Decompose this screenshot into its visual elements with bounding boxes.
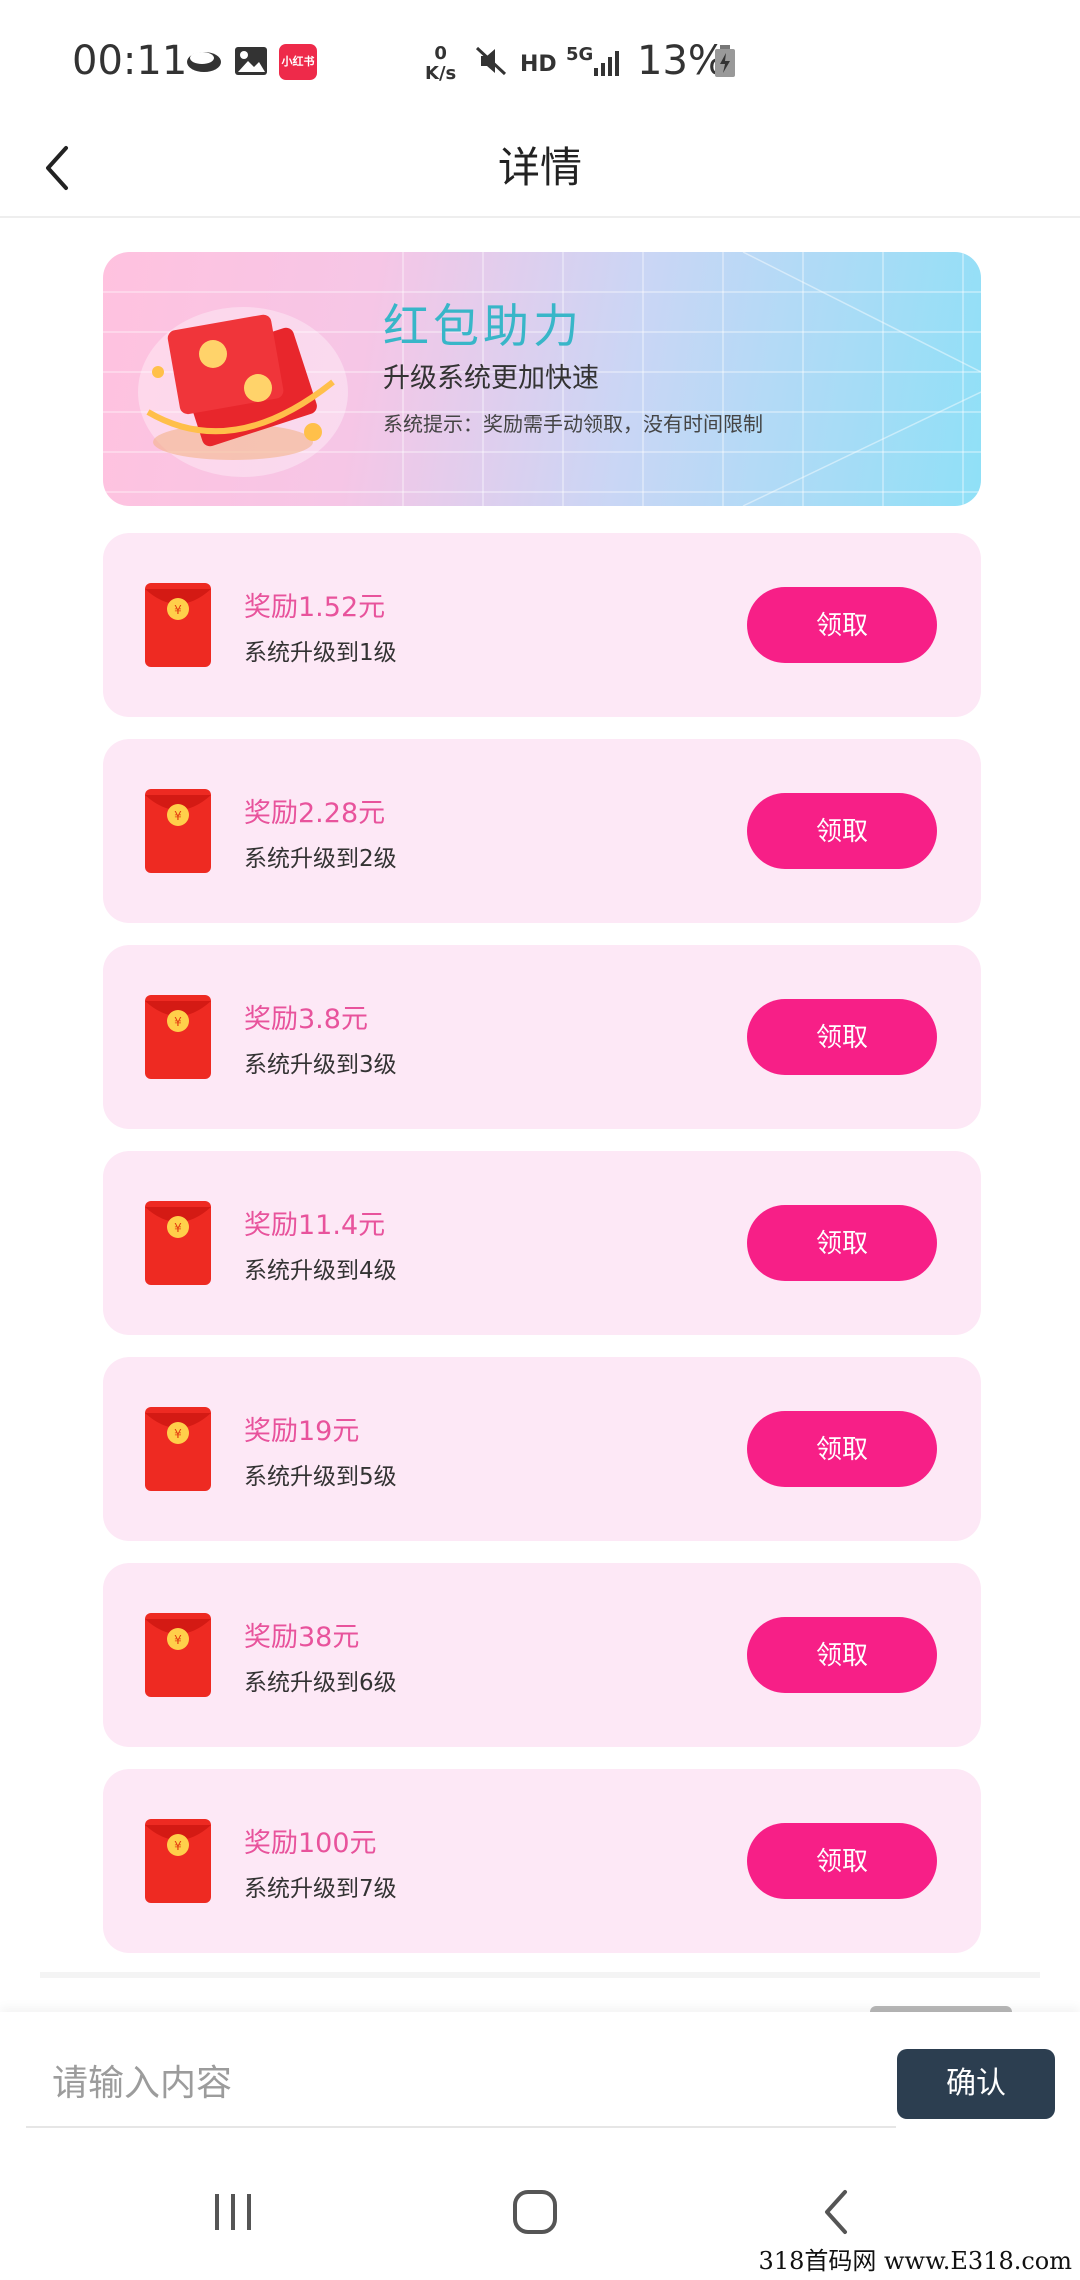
svg-text:¥: ¥ bbox=[174, 1015, 182, 1029]
netspeed-indicator: 0 K/s bbox=[425, 44, 456, 84]
claim-button[interactable]: 领取 bbox=[747, 1823, 937, 1899]
netspeed-value: 0 bbox=[434, 43, 447, 64]
reward-item-2: ¥ 奖励2.28元 系统升级到2级 领取 bbox=[103, 739, 981, 923]
status-bar: 00:11 小红书 0 K/s HD 5G 13% bbox=[0, 0, 1080, 126]
reward-level: 系统升级到4级 bbox=[244, 1258, 397, 1284]
reward-item-4: ¥ 奖励11.4元 系统升级到4级 领取 bbox=[103, 1151, 981, 1335]
reward-level: 系统升级到3级 bbox=[244, 1052, 397, 1078]
network-type: 5G bbox=[566, 44, 594, 65]
recent-apps-icon[interactable] bbox=[203, 2182, 263, 2242]
reward-item-1: ¥ 奖励1.52元 系统升级到1级 领取 bbox=[103, 533, 981, 717]
svg-text:¥: ¥ bbox=[174, 1221, 182, 1235]
svg-text:¥: ¥ bbox=[174, 1633, 182, 1647]
claim-button[interactable]: 领取 bbox=[747, 587, 937, 663]
page: 00:11 小红书 0 K/s HD 5G 13% 详情 红包助力 升级系统更加… bbox=[0, 0, 1080, 2280]
reward-level: 系统升级到7级 bbox=[244, 1876, 397, 1902]
red-envelope-icon: ¥ bbox=[145, 1613, 211, 1697]
promo-banner: 红包助力 升级系统更加快速 系统提示：奖励需手动领取，没有时间限制 bbox=[103, 252, 981, 506]
reward-amount: 奖励11.4元 bbox=[244, 1210, 386, 1241]
red-envelope-icon: ¥ bbox=[145, 1407, 211, 1491]
svg-text:¥: ¥ bbox=[174, 1839, 182, 1853]
reward-amount: 奖励2.28元 bbox=[244, 798, 386, 829]
red-envelope-icon: ¥ bbox=[145, 1201, 211, 1285]
page-title: 详情 bbox=[497, 143, 582, 192]
reward-amount: 奖励3.8元 bbox=[244, 1004, 368, 1035]
banner-hint: 系统提示：奖励需手动领取，没有时间限制 bbox=[383, 412, 763, 436]
cloud-icon bbox=[187, 52, 221, 72]
claim-button[interactable]: 领取 bbox=[747, 1411, 937, 1487]
claim-button[interactable]: 领取 bbox=[747, 793, 937, 869]
reward-amount: 奖励100元 bbox=[244, 1828, 377, 1859]
red-envelope-icon: ¥ bbox=[145, 583, 211, 667]
claim-button[interactable]: 领取 bbox=[747, 999, 937, 1075]
header: 详情 bbox=[0, 126, 1080, 218]
reward-level: 系统升级到5级 bbox=[244, 1464, 397, 1490]
confirm-button[interactable]: 确认 bbox=[897, 2049, 1055, 2119]
claim-button[interactable]: 领取 bbox=[747, 1617, 937, 1693]
claim-button[interactable]: 领取 bbox=[747, 1205, 937, 1281]
reward-amount: 奖励1.52元 bbox=[244, 592, 386, 623]
netspeed-unit: K/s bbox=[425, 63, 457, 84]
reward-amount: 奖励19元 bbox=[244, 1416, 360, 1447]
reward-item-5: ¥ 奖励19元 系统升级到5级 领取 bbox=[103, 1357, 981, 1541]
svg-text:¥: ¥ bbox=[174, 603, 182, 617]
signal-icon bbox=[594, 51, 619, 76]
reward-item-6: ¥ 奖励38元 系统升级到6级 领取 bbox=[103, 1563, 981, 1747]
home-icon[interactable] bbox=[505, 2182, 565, 2242]
reward-item-3: ¥ 奖励3.8元 系统升级到3级 领取 bbox=[103, 945, 981, 1129]
back-icon[interactable] bbox=[807, 2182, 867, 2242]
mute-icon bbox=[475, 46, 507, 76]
gallery-icon bbox=[235, 47, 267, 75]
banner-title: 红包助力 bbox=[383, 299, 583, 353]
reward-item-7: ¥ 奖励100元 系统升级到7级 领取 bbox=[103, 1769, 981, 1953]
reward-amount: 奖励38元 bbox=[244, 1622, 360, 1653]
watermark: 318首码网 www.E318.com bbox=[758, 2247, 1072, 2275]
red-envelope-icon: ¥ bbox=[145, 995, 211, 1079]
app-badge-label: 小红书 bbox=[281, 55, 315, 68]
hd-indicator: HD bbox=[520, 52, 557, 77]
divider bbox=[40, 1972, 1040, 1978]
content-input[interactable] bbox=[26, 2040, 896, 2128]
status-time: 00:11 bbox=[72, 38, 188, 84]
reward-level: 系统升级到6级 bbox=[244, 1670, 397, 1696]
red-envelope-icon: ¥ bbox=[145, 789, 211, 873]
reward-level: 系统升级到1级 bbox=[244, 640, 397, 666]
battery-charging-icon bbox=[715, 45, 735, 77]
svg-text:¥: ¥ bbox=[174, 809, 182, 823]
input-bar: 确认 bbox=[0, 2012, 1080, 2152]
red-envelope-icon: ¥ bbox=[145, 1819, 211, 1903]
reward-level: 系统升级到2级 bbox=[244, 846, 397, 872]
red-envelope-illustration bbox=[138, 307, 348, 477]
svg-text:¥: ¥ bbox=[174, 1427, 182, 1441]
banner-subtitle: 升级系统更加快速 bbox=[383, 363, 599, 394]
xiaohongshu-icon: 小红书 bbox=[279, 44, 317, 80]
